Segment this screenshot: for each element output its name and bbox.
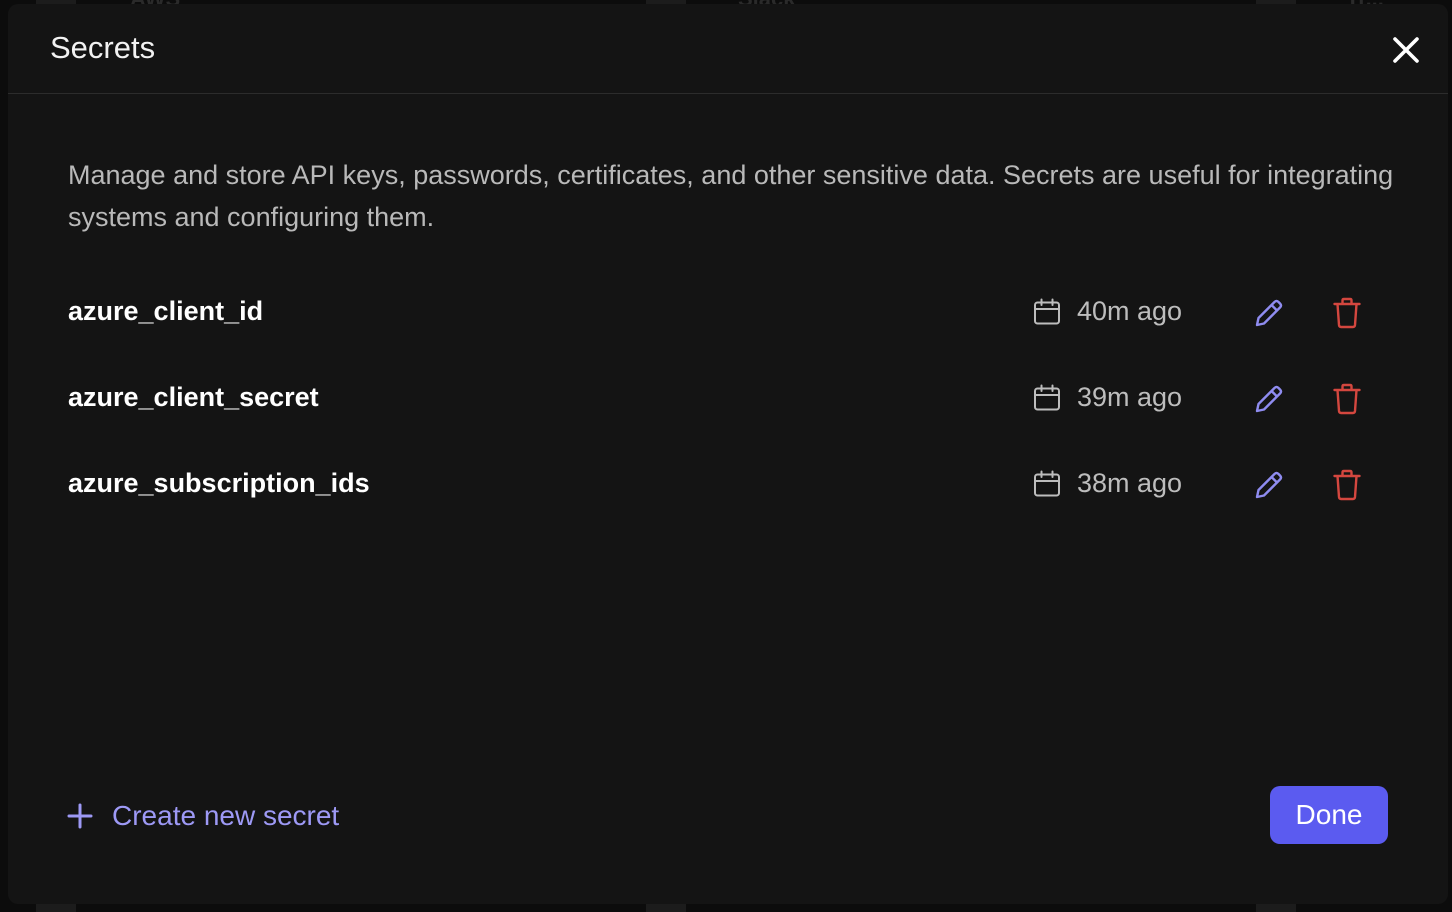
trash-icon xyxy=(1333,383,1361,415)
delete-secret-button[interactable] xyxy=(1332,468,1362,502)
close-button[interactable] xyxy=(1390,34,1422,66)
delete-secret-button[interactable] xyxy=(1332,296,1362,330)
pencil-icon xyxy=(1255,471,1283,499)
background-card-edge xyxy=(1256,904,1296,912)
pencil-icon xyxy=(1255,385,1283,413)
edit-secret-button[interactable] xyxy=(1252,468,1286,502)
secret-name: azure_client_secret xyxy=(68,382,319,412)
calendar-icon xyxy=(1034,470,1060,497)
calendar-icon xyxy=(1034,384,1060,411)
secret-row: azure_subscription_ids 38m ago xyxy=(68,440,1388,526)
trash-icon xyxy=(1333,469,1361,501)
secret-updated-time: 38m ago xyxy=(1077,468,1183,498)
plus-icon xyxy=(67,803,93,829)
secret-name: azure_subscription_ids xyxy=(68,468,370,498)
secret-row: azure_client_id 40m ago xyxy=(68,268,1388,354)
create-new-secret-button[interactable]: Create new secret xyxy=(66,794,339,838)
secrets-modal: Secrets Manage and store API keys, passw… xyxy=(8,4,1448,904)
edit-secret-button[interactable] xyxy=(1252,382,1286,416)
secret-updated-time: 40m ago xyxy=(1077,296,1183,326)
secret-list: azure_client_id 40m ago azure_client_sec… xyxy=(68,268,1388,526)
modal-description: Manage and store API keys, passwords, ce… xyxy=(68,160,1394,232)
secret-row: azure_client_secret 39m ago xyxy=(68,354,1388,440)
create-new-secret-label: Create new secret xyxy=(112,800,340,831)
done-button[interactable]: Done xyxy=(1270,786,1388,844)
secret-name: azure_client_id xyxy=(68,296,264,326)
close-icon xyxy=(1393,37,1419,63)
delete-secret-button[interactable] xyxy=(1332,382,1362,416)
calendar-icon xyxy=(1034,298,1060,325)
trash-icon xyxy=(1333,297,1361,329)
background-card-edge xyxy=(646,904,686,912)
modal-header: Secrets xyxy=(8,4,1448,94)
pencil-icon xyxy=(1255,299,1283,327)
background-card-edge xyxy=(36,904,76,912)
edit-secret-button[interactable] xyxy=(1252,296,1286,330)
secret-updated-time: 39m ago xyxy=(1077,382,1183,412)
modal-title: Secrets xyxy=(50,30,156,65)
